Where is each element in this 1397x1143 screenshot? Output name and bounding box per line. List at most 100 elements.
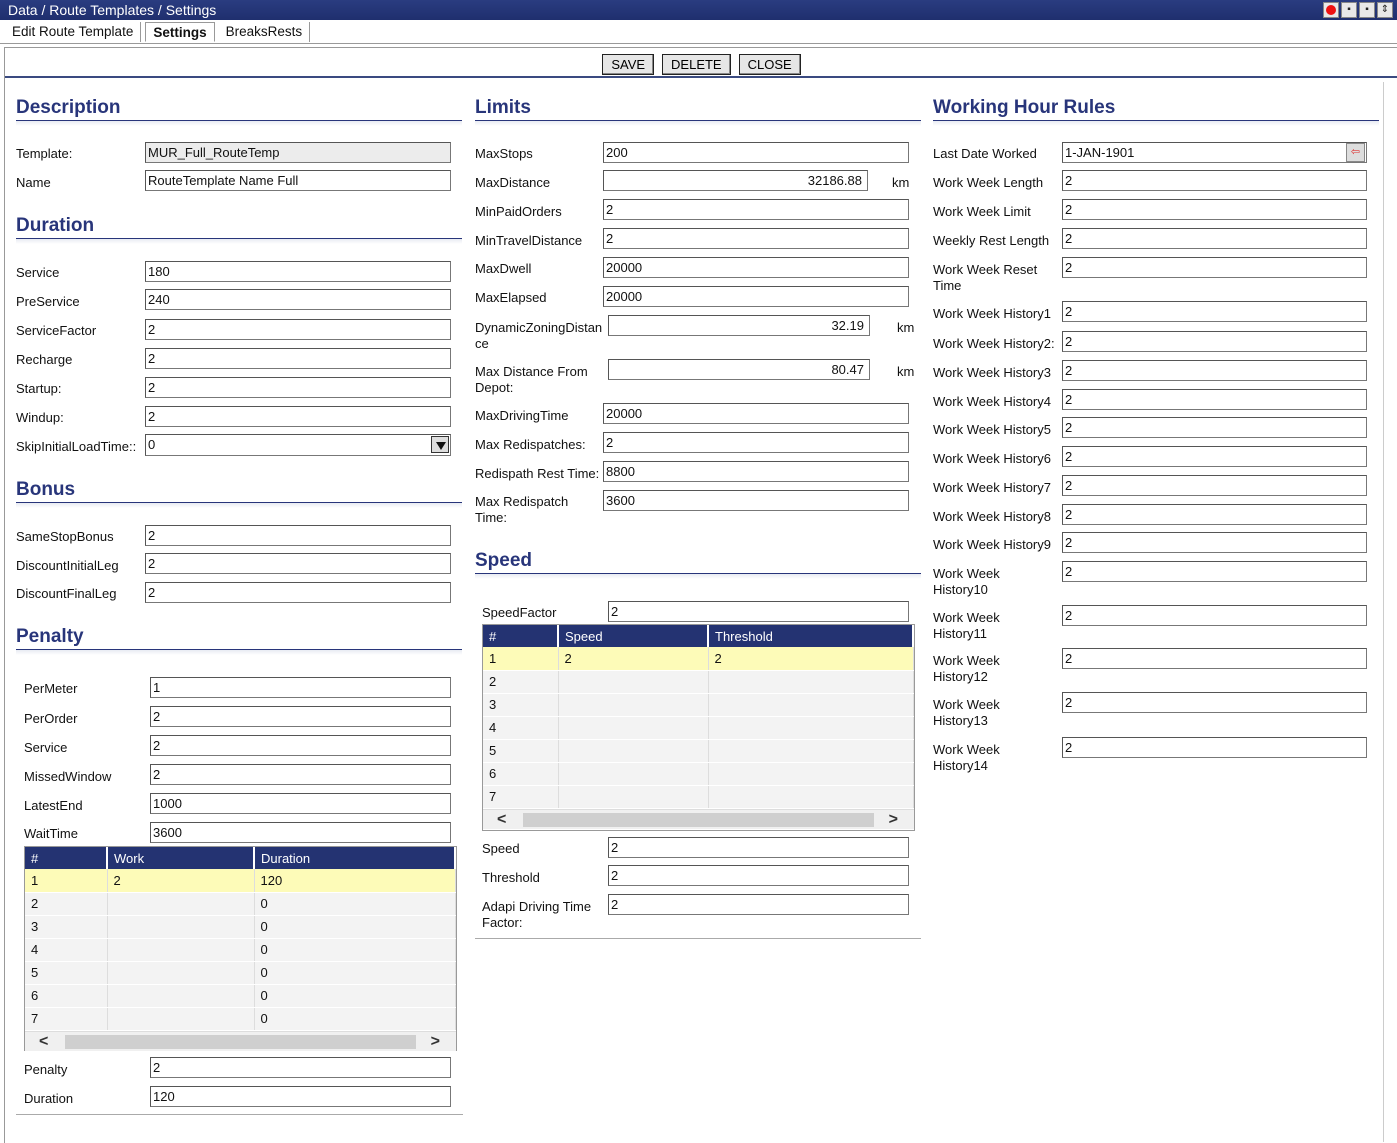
- table-row[interactable]: 122: [483, 647, 914, 671]
- table-row[interactable]: 60: [25, 984, 456, 1008]
- table-row[interactable]: 4: [483, 716, 914, 740]
- penalty-grid-col-duration[interactable]: Duration: [254, 847, 456, 869]
- work-week-field-0[interactable]: 2: [1062, 170, 1367, 191]
- maxredisptime-field[interactable]: 3600: [603, 490, 909, 511]
- speed-grid-col-index[interactable]: #: [483, 625, 559, 647]
- duration-field-5[interactable]: 2: [145, 406, 451, 427]
- maxdepot-field[interactable]: 80.47: [608, 359, 870, 380]
- penalty-grid-col-work[interactable]: Work: [107, 847, 255, 869]
- duration-field-2[interactable]: 2: [145, 319, 451, 340]
- penalty-grid[interactable]: # Work Duration 1 2 120 20 30 40 50 60 70 …: [24, 846, 457, 1051]
- tab-breaks-rests[interactable]: BreaksRests: [219, 22, 311, 42]
- duration-field-4[interactable]: 2: [145, 377, 451, 398]
- table-row[interactable]: 3: [483, 693, 914, 717]
- maxelapsed-field[interactable]: 20000: [603, 286, 909, 307]
- table-row[interactable]: 7: [483, 785, 914, 809]
- work-week-field-14[interactable]: 2: [1062, 605, 1367, 626]
- chevron-left-icon[interactable]: <: [497, 810, 506, 830]
- penalty-grid-hscroll[interactable]: < >: [25, 1030, 456, 1052]
- vertical-scrollbar[interactable]: [1383, 82, 1397, 1142]
- table-row[interactable]: 20: [25, 892, 456, 916]
- penalty-value-field[interactable]: 2: [150, 1057, 451, 1078]
- chevron-left-icon[interactable]: <: [39, 1032, 48, 1052]
- work-week-field-2[interactable]: 2: [1062, 228, 1367, 249]
- minpaid-field[interactable]: 2: [603, 199, 909, 220]
- maxdwell-field[interactable]: 20000: [603, 257, 909, 278]
- table-row[interactable]: 70: [25, 1007, 456, 1031]
- duration-field-1[interactable]: 240: [145, 289, 451, 310]
- bonus-field-0[interactable]: 2: [145, 525, 451, 546]
- work-week-field-16[interactable]: 2: [1062, 692, 1367, 713]
- maxdriving-field[interactable]: 20000: [603, 403, 909, 424]
- skip-initial-load-select[interactable]: 0: [145, 434, 451, 456]
- work-week-field-7[interactable]: 2: [1062, 389, 1367, 410]
- last-date-worked-value: 1-JAN-1901: [1065, 145, 1135, 160]
- maxdistance-field[interactable]: 32186.88: [603, 170, 868, 191]
- work-week-field-1[interactable]: 2: [1062, 199, 1367, 220]
- work-week-field-12[interactable]: 2: [1062, 532, 1367, 553]
- penalty-field-2[interactable]: 2: [150, 735, 451, 756]
- penalty-field-5[interactable]: 3600: [150, 822, 451, 843]
- work-week-field-6[interactable]: 2: [1062, 360, 1367, 381]
- restore-icon[interactable]: ⇕: [1377, 2, 1393, 18]
- redisprest-field[interactable]: 8800: [603, 461, 909, 482]
- penalty-field-0[interactable]: 1: [150, 677, 451, 698]
- work-week-field-15[interactable]: 2: [1062, 648, 1367, 669]
- table-cell: [558, 716, 709, 740]
- table-row[interactable]: 30: [25, 915, 456, 939]
- speed-grid-col-threshold[interactable]: Threshold: [708, 625, 914, 647]
- maxstops-field[interactable]: 200: [603, 142, 909, 163]
- table-row[interactable]: 2: [483, 670, 914, 694]
- adapi-field[interactable]: 2: [608, 894, 909, 915]
- calendar-icon[interactable]: ⇦: [1346, 143, 1365, 162]
- scroll-thumb[interactable]: [523, 812, 874, 827]
- tab-edit-route-template[interactable]: Edit Route Template: [5, 22, 142, 42]
- mintravel-field[interactable]: 2: [603, 228, 909, 249]
- work-week-field-3[interactable]: 2: [1062, 257, 1367, 278]
- delete-button[interactable]: DELETE: [662, 54, 731, 75]
- table-row[interactable]: 5: [483, 739, 914, 763]
- work-week-field-8[interactable]: 2: [1062, 417, 1367, 438]
- save-window-icon[interactable]: ▪: [1341, 2, 1357, 18]
- lock-icon[interactable]: ▪: [1359, 2, 1375, 18]
- speed-grid-hscroll[interactable]: < >: [483, 808, 914, 830]
- duration-field-3[interactable]: 2: [145, 348, 451, 369]
- penalty-duration-field[interactable]: 120: [150, 1086, 451, 1107]
- threshold-field[interactable]: 2: [608, 865, 909, 886]
- speed-value-field[interactable]: 2: [608, 837, 909, 858]
- penalty-field-3[interactable]: 2: [150, 764, 451, 785]
- close-button[interactable]: CLOSE: [738, 54, 801, 75]
- record-icon[interactable]: [1323, 2, 1339, 18]
- work-week-field-17[interactable]: 2: [1062, 737, 1367, 758]
- last-date-worked-field[interactable]: 1-JAN-1901 ⇦: [1062, 142, 1367, 163]
- dynzone-field[interactable]: 32.19: [608, 315, 870, 336]
- work-week-field-10[interactable]: 2: [1062, 475, 1367, 496]
- bonus-field-2[interactable]: 2: [145, 582, 451, 603]
- penalty-field-4[interactable]: 1000: [150, 793, 451, 814]
- scroll-thumb[interactable]: [65, 1034, 416, 1049]
- table-row[interactable]: 1 2 120: [25, 869, 456, 893]
- speed-grid-col-speed[interactable]: Speed: [558, 625, 709, 647]
- table-row[interactable]: 50: [25, 961, 456, 985]
- chevron-right-icon[interactable]: >: [889, 810, 898, 830]
- tab-settings[interactable]: Settings: [145, 22, 215, 42]
- bonus-field-1[interactable]: 2: [145, 553, 451, 574]
- penalty-field-1[interactable]: 2: [150, 706, 451, 727]
- speedfactor-field[interactable]: 2: [608, 601, 909, 622]
- work-week-field-13[interactable]: 2: [1062, 561, 1367, 582]
- penalty-grid-col-index[interactable]: #: [25, 847, 108, 869]
- work-week-field-11[interactable]: 2: [1062, 504, 1367, 525]
- chevron-right-icon[interactable]: >: [431, 1032, 440, 1052]
- duration-field-0[interactable]: 180: [145, 261, 451, 282]
- speed-grid[interactable]: # Speed Threshold 122 2 3 4 5 6 7 < >: [482, 624, 915, 831]
- work-week-field-5[interactable]: 2: [1062, 331, 1367, 352]
- work-week-field-4[interactable]: 2: [1062, 301, 1367, 322]
- template-field[interactable]: MUR_Full_RouteTemp: [145, 142, 451, 163]
- save-button[interactable]: SAVE: [602, 54, 655, 75]
- maxredisp-field[interactable]: 2: [603, 432, 909, 453]
- table-row[interactable]: 40: [25, 938, 456, 962]
- table-row[interactable]: 6: [483, 762, 914, 786]
- work-week-field-9[interactable]: 2: [1062, 446, 1367, 467]
- chevron-down-icon[interactable]: [431, 436, 449, 453]
- name-field[interactable]: RouteTemplate Name Full: [145, 170, 451, 191]
